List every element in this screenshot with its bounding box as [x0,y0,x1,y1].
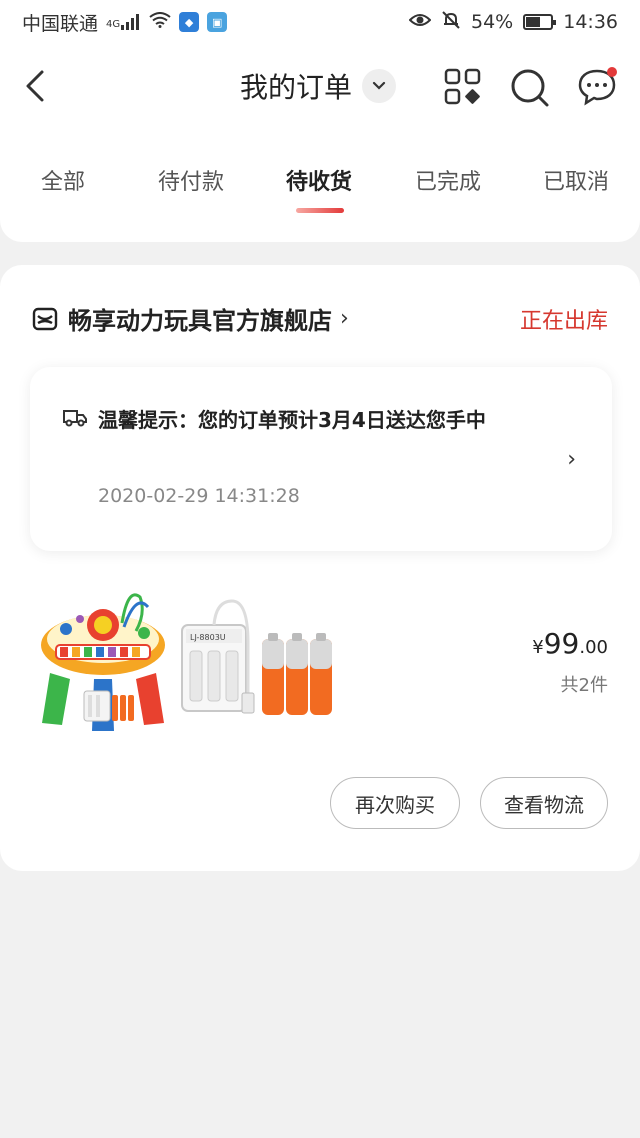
battery-percent: 54% [471,11,514,33]
tab-all[interactable]: 全部 [41,164,85,196]
delivery-truck-icon [63,410,87,427]
back-button[interactable] [22,66,54,106]
rebuy-button[interactable]: 再次购买 [330,777,460,829]
tab-pending-receipt[interactable]: 待收货 [286,164,352,196]
view-logistics-button[interactable]: 查看物流 [480,777,608,829]
title-dropdown[interactable]: 我的订单 [240,66,397,106]
order-status: 正在出库 [519,309,608,334]
status-bar: 中国联通 4G ◆ ▣ 54% 14:36 [0,0,640,44]
tab-pending-payment[interactable]: 待付款 [158,164,224,196]
product-price: ¥99.00 [532,627,608,660]
header: 我的订单 全部 待付款 待收货 已完成 已取消 [0,44,640,242]
eye-icon [408,11,432,33]
back-icon [26,70,44,102]
notification-dot [607,67,617,77]
clock: 14:36 [563,11,618,33]
battery-icon [523,14,557,30]
batteries [262,633,332,715]
tab-completed[interactable]: 已完成 [415,164,481,196]
truck-app-icon: ▣ [207,12,228,32]
price-decimal: .00 [579,637,608,658]
network-type-label: 4G [106,19,121,30]
battery-charger: LJ-8803U [181,599,255,714]
mini-charger [83,690,134,722]
order-card: 畅享动力玩具官方旗舰店 › 正在出库 温馨提示：您的订单预计3月4日送达您手中 … [0,265,640,871]
chevron-down-icon [362,69,397,103]
delivery-tip-card[interactable]: 温馨提示：您的订单预计3月4日送达您手中 2020-02-29 14:31:28… [30,367,612,551]
wifi-icon [149,11,171,33]
battery-fill [526,17,541,27]
product-image[interactable]: LJ-8803U [36,583,336,735]
svg-text:LJ-8803U: LJ-8803U [190,633,226,642]
carrier-label: 中国联通 [22,12,99,35]
message-button[interactable] [576,66,618,108]
chevron-right-icon: › [567,447,576,472]
apps-icon [444,68,481,105]
shop-icon [32,307,58,330]
shop-name: 畅享动力玩具官方旗舰店 [68,307,332,335]
price-currency: ¥ [532,637,544,658]
tab-cancelled[interactable]: 已取消 [543,164,609,196]
active-tab-indicator [296,208,344,213]
shield-app-icon: ◆ [179,12,200,32]
shop-link[interactable]: 畅享动力玩具官方旗舰店 › [32,301,349,336]
product-quantity: 共2件 [560,675,608,696]
signal-icon: 4G [106,14,141,30]
search-icon [511,69,549,107]
message-icon [578,67,617,106]
apps-button[interactable] [442,66,484,108]
page-title: 我的订单 [240,71,353,104]
order-tabs: 全部 待付款 待收货 已完成 已取消 [0,164,640,224]
chevron-right-icon: › [340,306,349,331]
search-button[interactable] [508,66,550,108]
delivery-tip-time: 2020-02-29 14:31:28 [98,485,300,507]
price-integer: 99 [543,627,580,660]
delivery-tip-text: 温馨提示：您的订单预计3月4日送达您手中 [98,408,486,432]
mute-bell-icon [441,10,461,35]
